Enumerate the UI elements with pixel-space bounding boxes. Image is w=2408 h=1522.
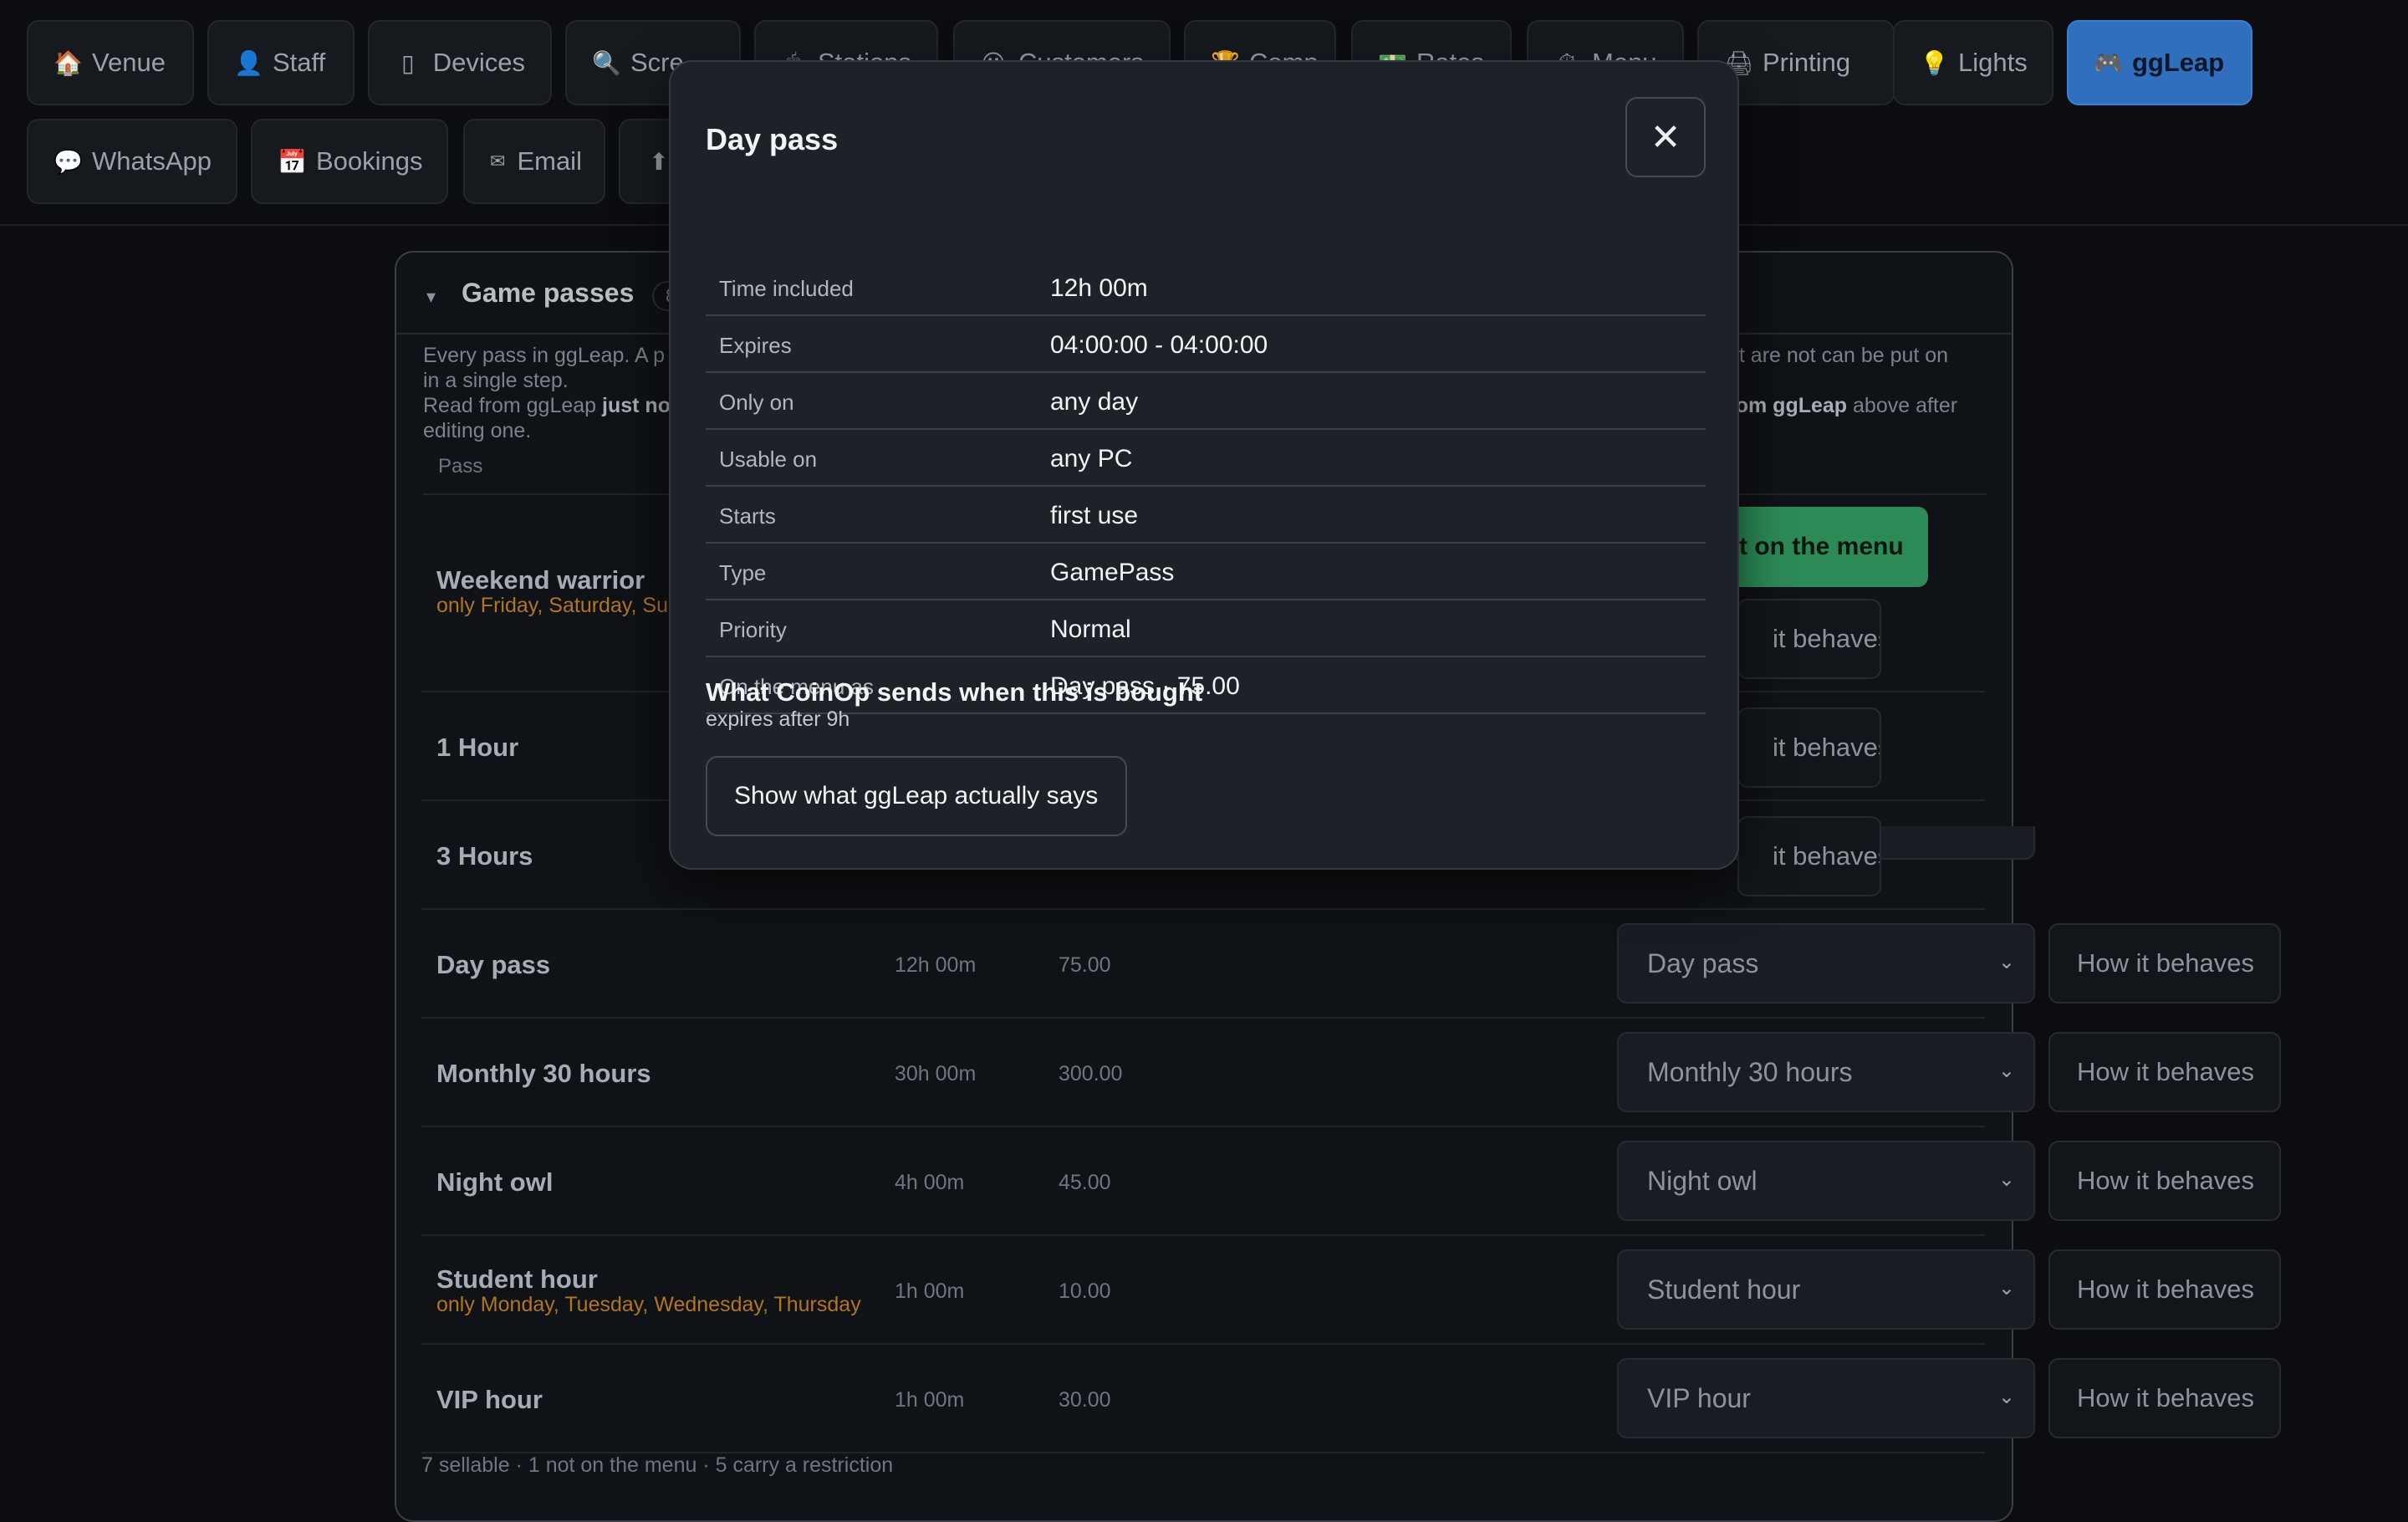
detail-row: Starts first use [706, 487, 1706, 544]
detail-row: Priority Normal [706, 600, 1706, 657]
user-icon: 👤 [234, 49, 263, 76]
detail-row: Only on any day [706, 373, 1706, 430]
table-row: Night owl 4h 00m 45.00 Night owl ⌄ How it… [421, 1127, 2281, 1236]
pass-restriction: only Friday, Saturday, Su [436, 594, 668, 617]
menu-select[interactable]: Night owl ⌄ [1617, 1141, 2035, 1221]
how-it-behaves-button[interactable]: How it behaves [2048, 1141, 2281, 1221]
nav-label: ggLeap [2132, 48, 2225, 77]
pass-price: 30.00 [1059, 1388, 1111, 1412]
nav-ggleap[interactable]: 🎮 ggLeap [2067, 20, 2252, 105]
detail-row: Usable on any PC [706, 430, 1706, 487]
how-it-behaves-button[interactable]: it behaves [1737, 816, 1881, 896]
nav-venue[interactable]: 🏠 Venue [27, 20, 194, 105]
detail-value: any day [1050, 388, 1139, 416]
pass-time: 12h 00m [895, 953, 977, 977]
detail-key: Expires [719, 333, 792, 358]
select-value: Student hour [1647, 1274, 1801, 1305]
close-icon: ✕ [1650, 116, 1681, 158]
pass-price: 45.00 [1059, 1171, 1111, 1194]
table-row: VIP hour 1h 00m 30.00 VIP hour ⌄ How it b… [421, 1345, 2281, 1453]
panel-footer: 7 sellable · 1 not on the menu · 5 carry… [421, 1453, 894, 1477]
chevron-down-icon: ⌄ [1997, 1168, 2015, 1191]
nav-label: Venue [92, 48, 166, 77]
pass-name: Night owl [436, 1167, 554, 1197]
pass-time: 30h 00m [895, 1062, 977, 1085]
pass-name: Day pass [436, 950, 551, 979]
pass-time: 1h 00m [895, 1388, 965, 1412]
nav-staff[interactable]: 👤 Staff [207, 20, 355, 105]
table-row: Student hour only Monday, Tuesday, Wedne… [421, 1236, 2281, 1345]
pass-name: Weekend warrior [436, 565, 645, 595]
detail-row: Type GamePass [706, 544, 1706, 600]
chevron-down-icon: ⌄ [1997, 1277, 2015, 1300]
how-it-behaves-button[interactable]: it behaves [1737, 707, 1881, 788]
menu-select[interactable]: VIP hour ⌄ [1617, 1358, 2035, 1438]
chevron-down-icon: ⌄ [1997, 1060, 2015, 1082]
close-button[interactable]: ✕ [1625, 97, 1706, 177]
pass-name: Monthly 30 hours [436, 1059, 651, 1088]
home-icon: 🏠 [54, 49, 83, 76]
detail-value: first use [1050, 502, 1139, 529]
detail-key: Priority [719, 617, 787, 642]
detail-row: Time included 12h 00m [706, 259, 1706, 316]
chevron-down-icon: ⌄ [1997, 951, 2015, 973]
sends-heading: What CoinOp sends when this is bought [706, 677, 1203, 707]
detail-value: 12h 00m [1050, 274, 1148, 302]
how-it-behaves-button[interactable]: How it behaves [2048, 1249, 2281, 1330]
pass-restriction: only Monday, Tuesday, Wednesday, Thursda… [436, 1293, 861, 1316]
pass-price: 10.00 [1059, 1279, 1111, 1303]
sends-subtitle: expires after 9h [706, 707, 850, 731]
menu-select[interactable]: Day pass ⌄ [1617, 923, 2035, 1004]
detail-key: Type [719, 560, 767, 585]
menu-select[interactable]: Monthly 30 hours ⌄ [1617, 1032, 2035, 1112]
detail-key: Time included [719, 276, 854, 301]
detail-key: Only on [719, 390, 794, 415]
select-value: Night owl [1647, 1165, 1758, 1196]
chevron-down-icon: ⌄ [1997, 1386, 2015, 1408]
nav-label: WhatsApp [92, 146, 212, 176]
detail-value: 04:00:00 - 04:00:00 [1050, 331, 1268, 359]
nav-whatsapp[interactable]: 💬 WhatsApp [27, 119, 237, 204]
nav-label: Staff [273, 48, 326, 77]
pass-price: 300.00 [1059, 1062, 1123, 1085]
table-row: Monthly 30 hours 30h 00m 300.00 Monthly … [421, 1019, 2281, 1127]
pass-time: 1h 00m [895, 1279, 965, 1303]
show-ggleap-response-button[interactable]: Show what ggLeap actually says [706, 756, 1127, 836]
detail-value: any PC [1050, 445, 1133, 472]
pass-name: 3 Hours [436, 841, 533, 871]
how-it-behaves-button[interactable]: How it behaves [2048, 1032, 2281, 1112]
calendar-icon: 📅 [278, 148, 307, 175]
pass-price: 75.00 [1059, 953, 1111, 977]
how-it-behaves-button[interactable]: it behaves [1737, 599, 1881, 679]
pass-name: VIP hour [436, 1385, 543, 1414]
select-value: VIP hour [1647, 1382, 1751, 1413]
gamepad-icon: 🎮 [2094, 49, 2123, 76]
table-row: Day pass 12h 00m 75.00 Day pass ⌄ How it … [421, 910, 2281, 1019]
chat-icon: 💬 [54, 148, 83, 175]
put-on-menu-button[interactable]: t on the menu [1712, 507, 1928, 587]
pass-time: 4h 00m [895, 1171, 965, 1194]
pass-name: Student hour [436, 1264, 598, 1294]
detail-value: GamePass [1050, 559, 1175, 586]
detail-key: Starts [719, 503, 776, 529]
detail-row: Expires 04:00:00 - 04:00:00 [706, 316, 1706, 373]
menu-select[interactable]: Student hour ⌄ [1617, 1249, 2035, 1330]
pass-name: 1 Hour [436, 733, 519, 762]
modal-title: Day pass [706, 122, 839, 156]
detail-value: Normal [1050, 615, 1131, 643]
detail-key: Usable on [719, 447, 818, 472]
select-value: Day pass [1647, 947, 1759, 978]
pass-details-modal: Day pass ✕ Time included 12h 00m Expires… [669, 60, 1739, 870]
select-value: Monthly 30 hours [1647, 1056, 1853, 1087]
how-it-behaves-button[interactable]: How it behaves [2048, 923, 2281, 1004]
how-it-behaves-button[interactable]: How it behaves [2048, 1358, 2281, 1438]
